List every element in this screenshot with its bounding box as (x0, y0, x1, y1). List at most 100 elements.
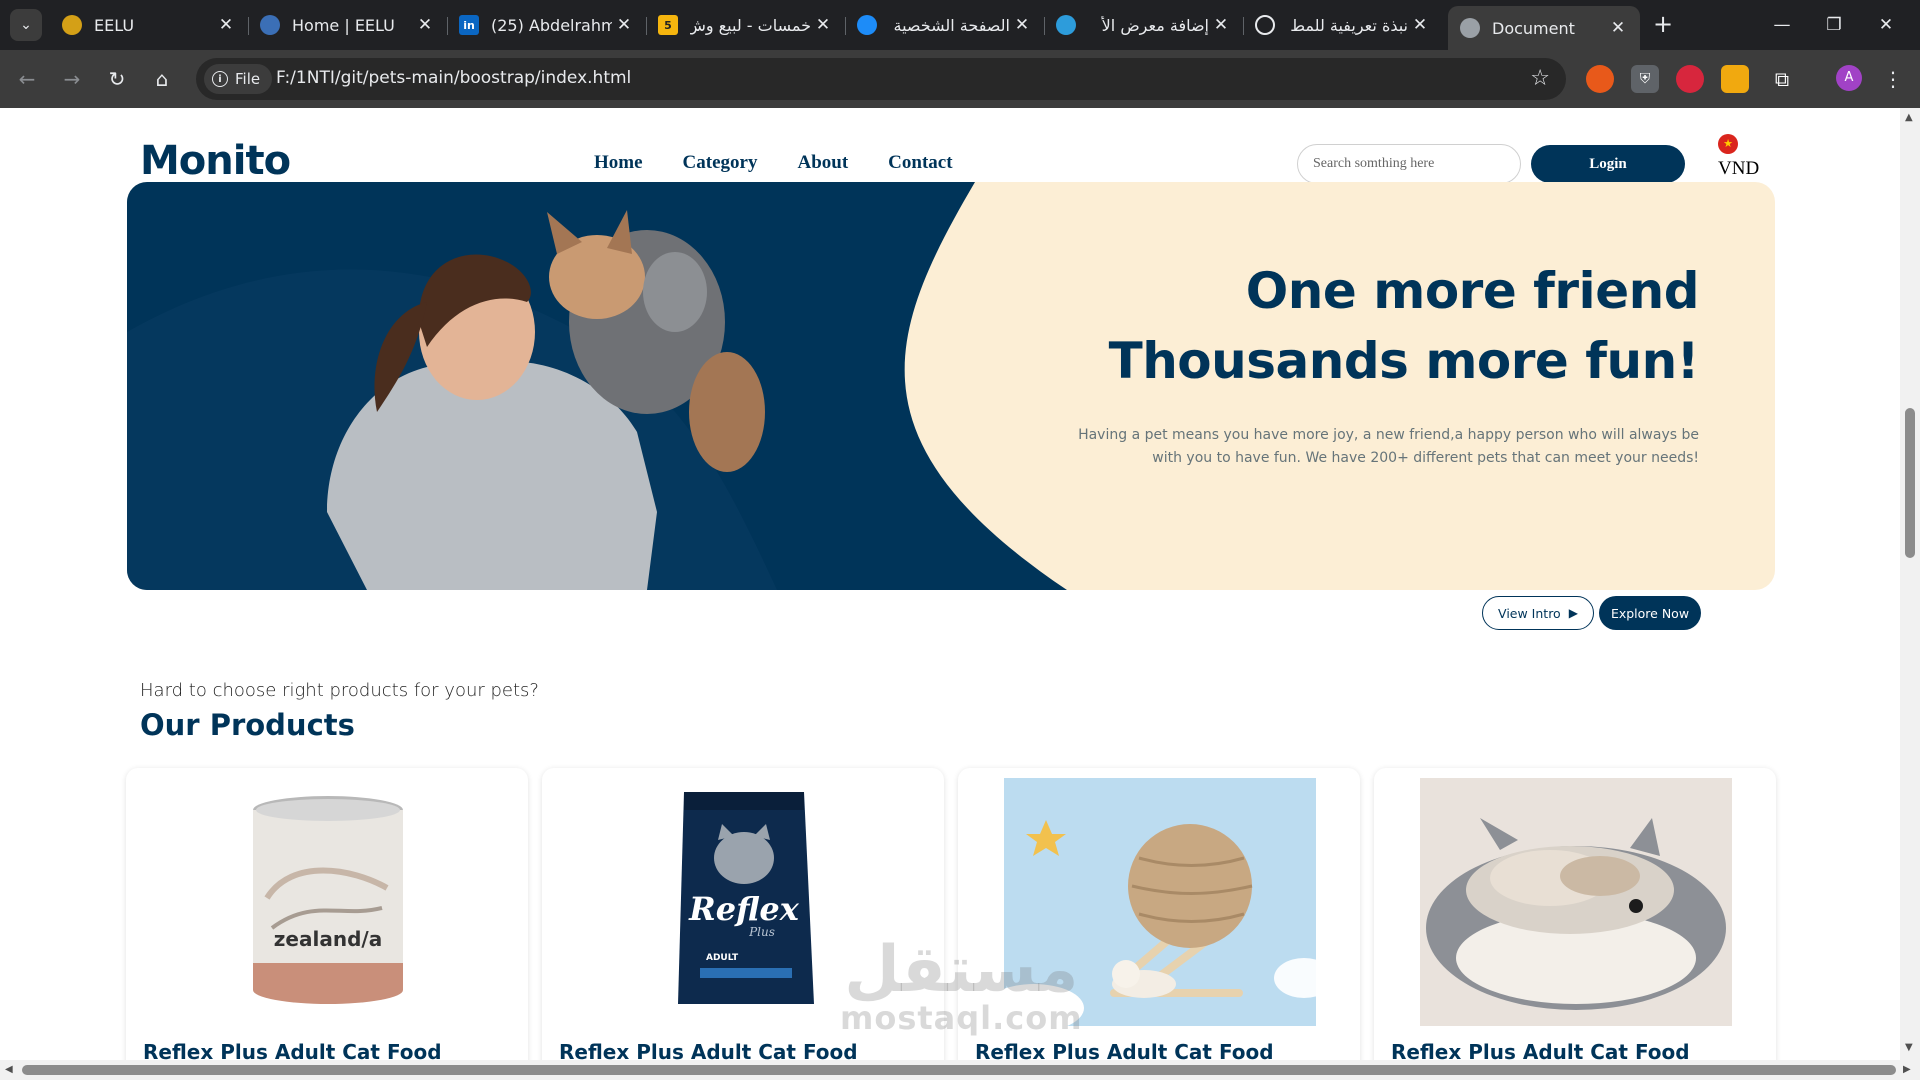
products-subtitle: Hard to choose right products for your p… (140, 680, 539, 701)
products-title: Our Products (140, 708, 355, 742)
svg-text:Reflex: Reflex (688, 890, 800, 928)
view-intro-button[interactable]: View Intro ▶ (1482, 596, 1594, 630)
scroll-left-icon[interactable]: ◀ (5, 1064, 13, 1075)
tab-title: Document (1492, 18, 1575, 38)
horizontal-scrollbar-thumb[interactable] (22, 1065, 1896, 1075)
logo-text: Monito (140, 138, 291, 184)
tab-title: (25) Abdelrahman (491, 15, 612, 35)
svg-text:ADULT: ADULT (706, 953, 739, 963)
tab-favicon-icon (62, 15, 82, 35)
horizontal-scrollbar[interactable]: ◀ ▶ (0, 1060, 1920, 1080)
nav-contact[interactable]: Contact (888, 152, 952, 174)
vietnam-flag-icon: ★ (1718, 134, 1738, 154)
new-tab-button[interactable]: + (1648, 10, 1678, 40)
search-input[interactable] (1297, 144, 1521, 184)
browser-tab[interactable]: إضافة معرض الأ ✕ (1044, 8, 1244, 42)
browser-tab[interactable]: نبذة تعريفية للمط ✕ (1243, 8, 1442, 42)
hero-title-line2: Thousands more fun! (1108, 332, 1700, 390)
browser-tab[interactable]: 5 خمسات - لبيع وش ✕ (646, 8, 846, 42)
vertical-scrollbar[interactable]: ▲ ▼ (1900, 108, 1920, 1060)
khamsat-icon: 5 (658, 15, 678, 35)
address-bar[interactable]: i File F:/1NTI/git/pets-main/boostrap/in… (196, 58, 1566, 100)
close-window-button[interactable]: ✕ (1866, 10, 1906, 40)
view-intro-label: View Intro (1498, 605, 1561, 621)
close-icon[interactable]: ✕ (214, 15, 238, 35)
product-name[interactable]: Reflex Plus Adult Cat Food (1391, 1040, 1690, 1060)
close-icon[interactable]: ✕ (811, 15, 835, 35)
profile-avatar[interactable]: A (1836, 65, 1862, 91)
nav-home[interactable]: Home (594, 152, 643, 174)
explore-now-button[interactable]: Explore Now (1599, 596, 1701, 630)
reload-button[interactable]: ↻ (100, 62, 134, 96)
browser-tab-active[interactable]: Document ✕ (1448, 6, 1640, 50)
svg-text:zealand/a: zealand/a (274, 927, 382, 951)
site-info-chip[interactable]: i File (204, 64, 273, 94)
tab-title: الصفحة الشخصية (893, 15, 1010, 35)
product-name[interactable]: Reflex Plus Adult Cat Food (143, 1040, 442, 1060)
forward-button[interactable]: → (55, 62, 89, 96)
extension-icon[interactable] (1586, 65, 1614, 93)
close-icon[interactable]: ✕ (1010, 15, 1034, 35)
close-icon[interactable]: ✕ (612, 15, 636, 35)
browser-tab[interactable]: الصفحة الشخصية ✕ (845, 8, 1045, 42)
scroll-up-icon[interactable]: ▲ (1905, 112, 1913, 123)
url-text[interactable]: F:/1NTI/git/pets-main/boostrap/index.htm… (276, 68, 631, 88)
browser-toolbar: ← → ↻ ⌂ i File F:/1NTI/git/pets-main/boo… (0, 50, 1920, 108)
main-nav: Home Category About Contact (594, 152, 953, 174)
close-icon[interactable]: ✕ (1408, 15, 1432, 35)
back-button[interactable]: ← (10, 62, 44, 96)
close-icon[interactable]: ✕ (1606, 18, 1630, 38)
product-name[interactable]: Reflex Plus Adult Cat Food (559, 1040, 858, 1060)
restore-button[interactable]: ❐ (1814, 10, 1854, 40)
browser-tab[interactable]: EELU ✕ (50, 8, 249, 42)
product-card[interactable]: Reflex Plus Adult Cat Food (1374, 768, 1776, 1060)
puzzle-icon[interactable]: ⧉ (1768, 65, 1796, 93)
nav-about[interactable]: About (797, 152, 848, 174)
hero-title-line1: One more friend (1245, 262, 1700, 320)
page-viewport: Monito Home Category About Contact Login… (0, 108, 1900, 1060)
tab-favicon-icon (1056, 15, 1076, 35)
nav-category[interactable]: Category (683, 152, 758, 174)
tab-title: نبذة تعريفية للمط (1290, 15, 1408, 35)
minimize-button[interactable]: — (1762, 10, 1802, 40)
browser-tab-strip: ⌄ EELU ✕ Home | EELU ✕ in (25) Abdelrahm… (0, 0, 1920, 50)
tab-favicon-icon (857, 15, 877, 35)
openai-icon (1255, 15, 1275, 35)
watermark-latin: mostaql.com (840, 999, 1083, 1037)
scroll-down-icon[interactable]: ▼ (1905, 1042, 1913, 1053)
arrow-right-icon: → (63, 67, 81, 91)
chevron-down-icon: ⌄ (20, 17, 32, 33)
tab-title: خمسات - لبيع وش (690, 15, 811, 35)
product-card[interactable]: zealand/a Reflex Plus Adult Cat Food (126, 768, 528, 1060)
site-logo[interactable]: Monito (140, 138, 291, 184)
product-name[interactable]: Reflex Plus Adult Cat Food (975, 1040, 1274, 1060)
shield-icon[interactable]: ⛨ (1631, 65, 1659, 93)
hero-description: Having a pet means you have more joy, a … (1078, 427, 1699, 466)
globe-icon (1460, 18, 1480, 38)
browser-tab[interactable]: Home | EELU ✕ (248, 8, 448, 42)
tab-title: Home | EELU (292, 15, 395, 35)
stop-hand-icon[interactable] (1676, 65, 1704, 93)
mostaql-watermark: مستقل mostaql.com (840, 938, 1083, 1034)
close-icon[interactable]: ✕ (1209, 15, 1233, 35)
vertical-scrollbar-thumb[interactable] (1905, 408, 1915, 558)
bookmark-star-icon[interactable]: ☆ (1530, 66, 1550, 91)
browser-tab[interactable]: in (25) Abdelrahman ✕ (447, 8, 647, 42)
tab-search-button[interactable]: ⌄ (10, 9, 42, 41)
tab-favicon-icon (260, 15, 280, 35)
zealandia-can-image: zealand/a (172, 778, 484, 1026)
home-button[interactable]: ⌂ (145, 62, 179, 96)
svg-text:Plus: Plus (748, 925, 775, 939)
watermark-arabic: مستقل (844, 933, 1079, 1007)
linkedin-icon: in (459, 15, 479, 35)
extension-icon[interactable] (1721, 65, 1749, 93)
arrow-left-icon: ← (18, 67, 36, 91)
reload-icon: ↻ (108, 67, 126, 91)
kebab-menu-icon[interactable]: ⋮ (1880, 64, 1906, 94)
login-button[interactable]: Login (1531, 145, 1685, 183)
scheme-label: File (235, 70, 261, 88)
play-icon: ▶ (1568, 606, 1578, 620)
info-icon: i (212, 71, 228, 87)
close-icon[interactable]: ✕ (413, 15, 437, 35)
scroll-right-icon[interactable]: ▶ (1903, 1064, 1911, 1075)
